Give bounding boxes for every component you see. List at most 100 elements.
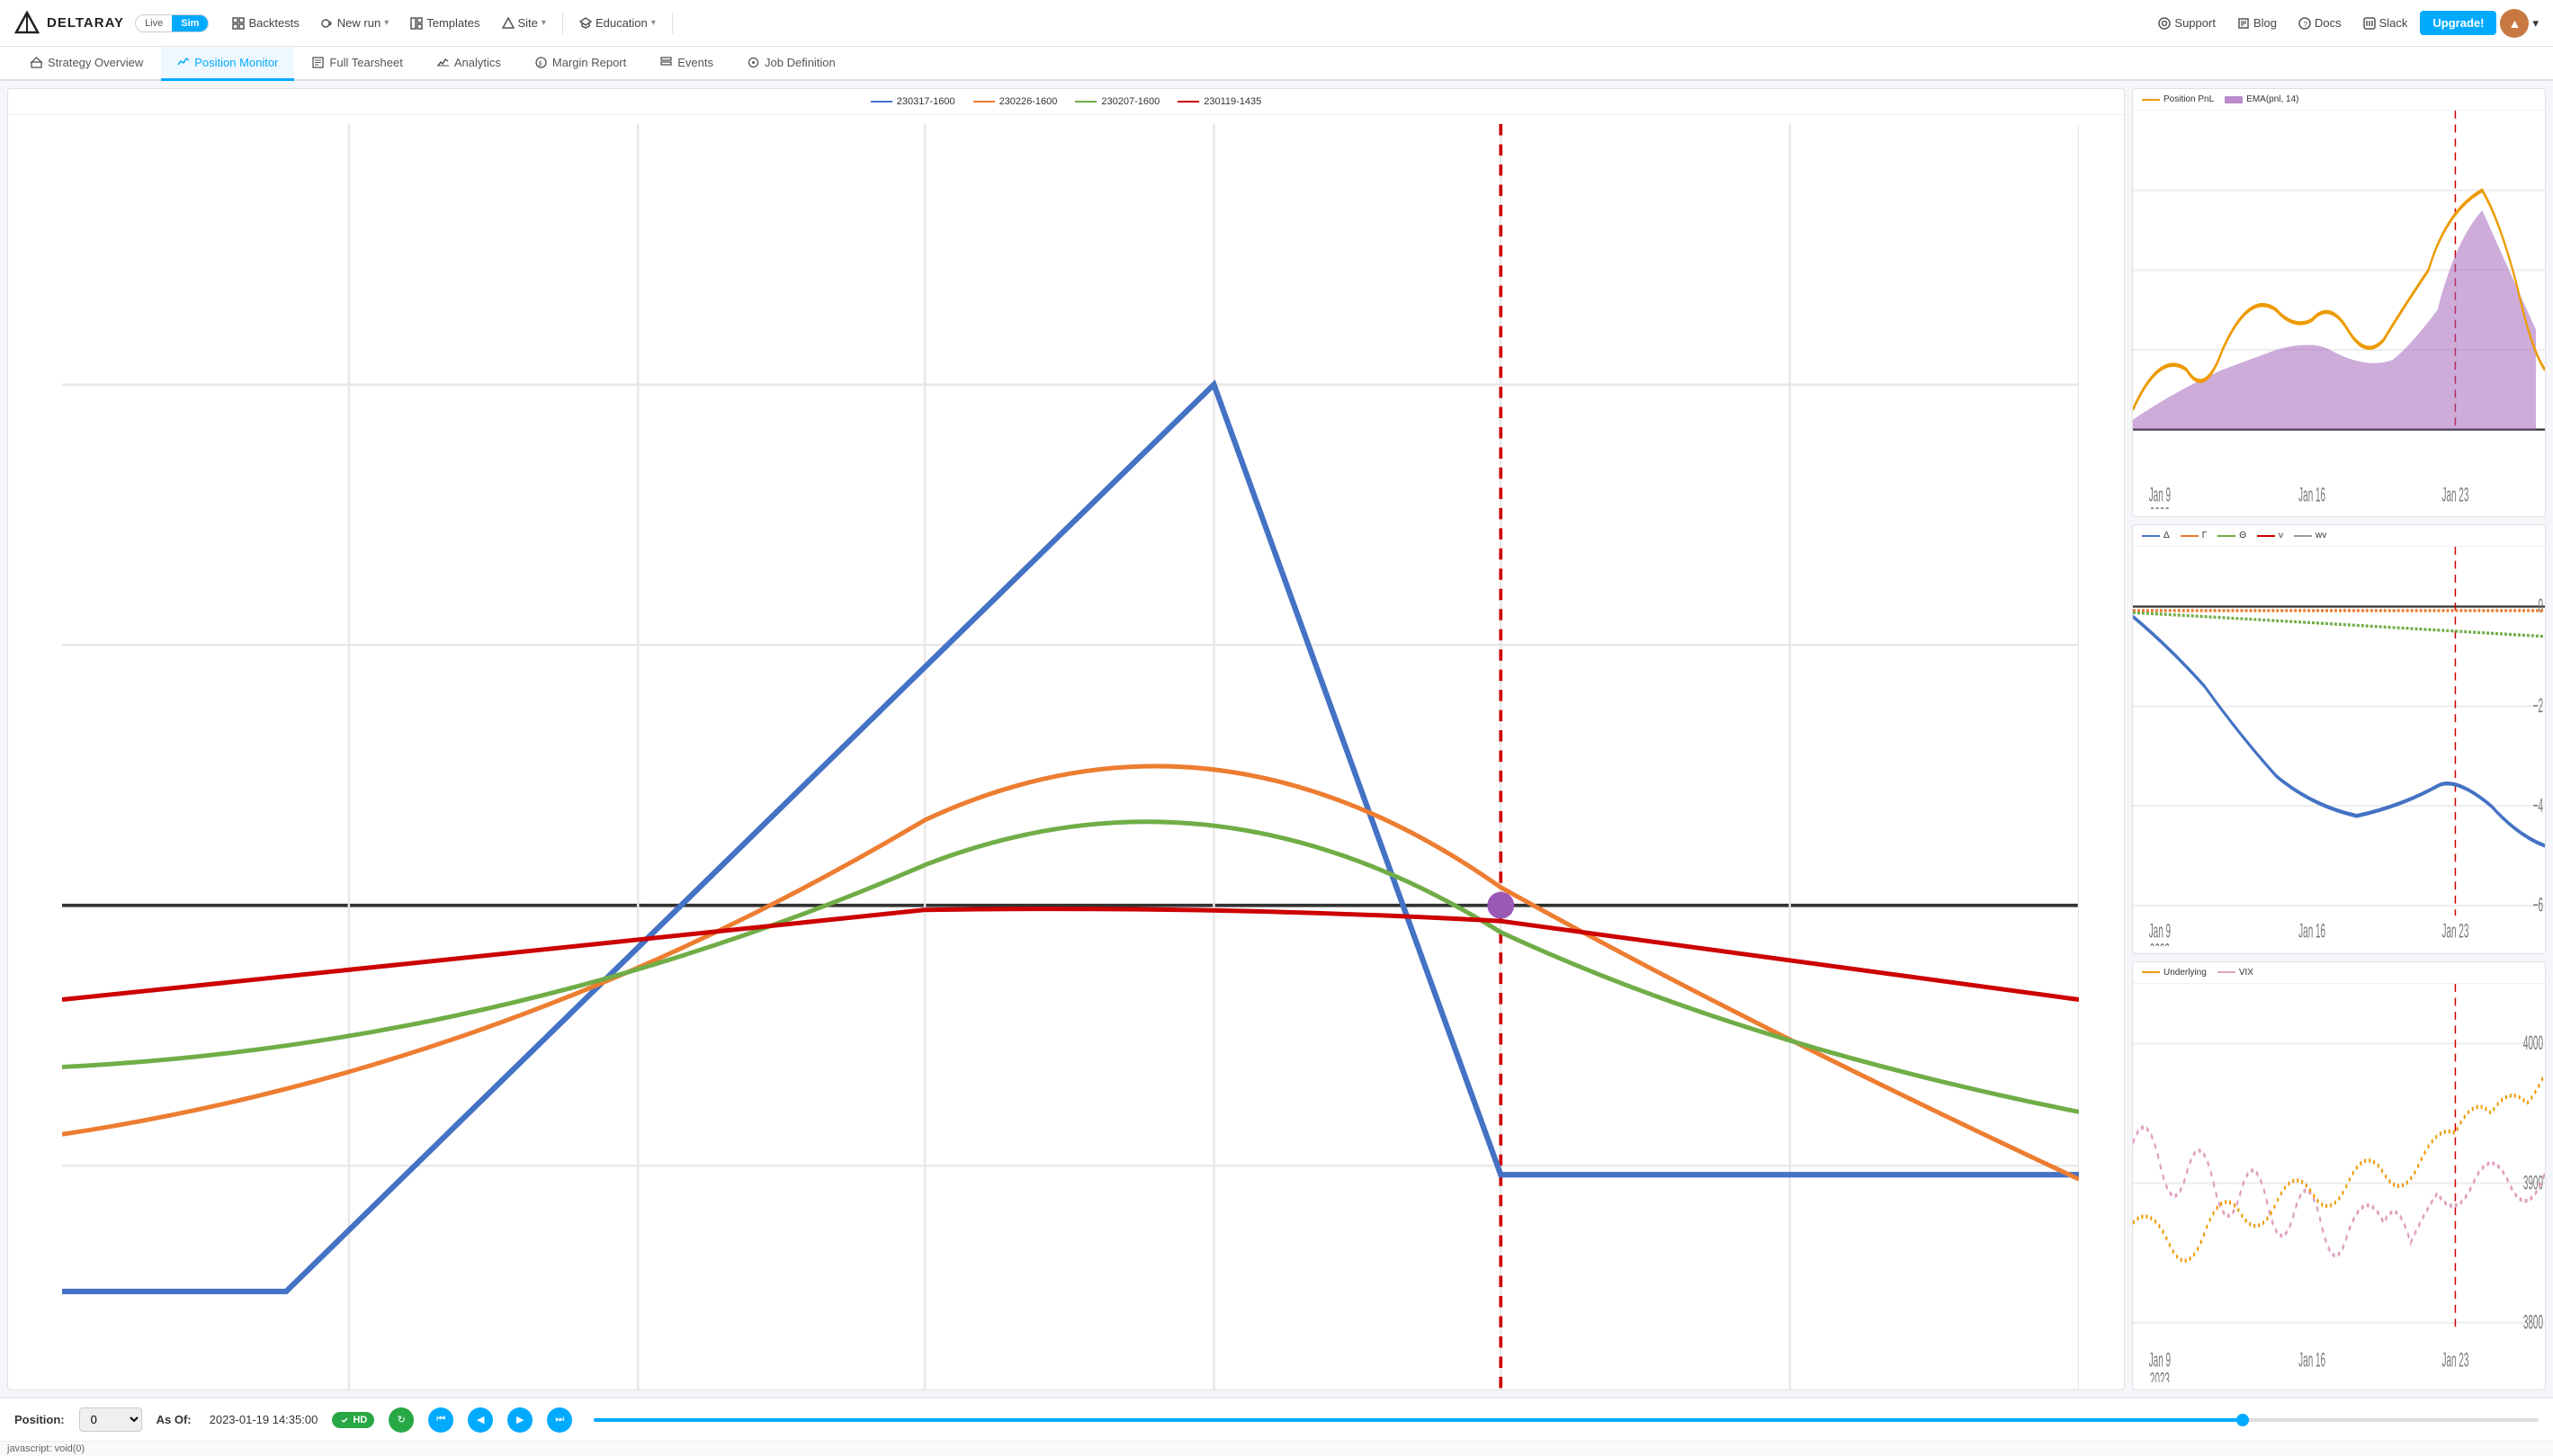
site-nav[interactable]: Site ▾ — [493, 11, 555, 35]
hd-label: HD — [353, 1415, 367, 1425]
theta-label: Θ — [2239, 531, 2246, 540]
tab-margin-report[interactable]: $ Margin Report — [519, 47, 642, 81]
underlying-chart-legend: Underlying VIX — [2133, 962, 2545, 984]
new-run-icon — [321, 17, 334, 30]
main-chart-legend: 230317-1600 230226-1600 230207-1600 2301… — [8, 89, 2124, 115]
upgrade-button[interactable]: Upgrade! — [2420, 11, 2496, 35]
ema-fill-indicator — [2225, 96, 2243, 103]
delta-indicator — [2142, 535, 2160, 537]
nav-divider-2 — [672, 13, 673, 34]
skip-back-button[interactable]: ⏮ — [428, 1407, 453, 1433]
tab-full-tearsheet[interactable]: Full Tearsheet — [296, 47, 418, 81]
wv-label: wv — [2316, 531, 2326, 540]
tab-full-tearsheet-label: Full Tearsheet — [329, 56, 402, 69]
live-sim-toggle[interactable]: Live Sim — [135, 14, 209, 32]
tearsheet-icon — [312, 57, 324, 68]
delta-label: Δ — [2163, 531, 2170, 540]
pnl-legend-ema: EMA(pnl, 14) — [2225, 94, 2298, 104]
site-label: Site — [518, 16, 538, 30]
svg-text:0: 0 — [2538, 594, 2543, 618]
tab-job-definition[interactable]: Job Definition — [731, 47, 852, 81]
skip-forward-button[interactable]: ⏭ — [547, 1407, 572, 1433]
svg-text:−2: −2 — [2533, 694, 2543, 718]
legend-label-1: 230226-1600 — [999, 96, 1058, 107]
greeks-chart-svg: 0 −2 −4 −6 Jan 9 2023 Jan 16 Jan 23 — [2133, 547, 2545, 945]
greeks-legend-theta: Θ — [2217, 531, 2246, 540]
job-icon — [748, 57, 759, 68]
new-run-nav[interactable]: New run ▾ — [312, 11, 398, 35]
navbar: DELTARAY Live Sim Backtests New run ▾ Te… — [0, 0, 2553, 47]
status-text: javascript: void(0) — [7, 1443, 85, 1454]
templates-nav[interactable]: Templates — [401, 11, 488, 35]
underlying-chart: Underlying VIX 4000 3900 3800 Jan 9 2023… — [2132, 961, 2546, 1390]
tab-analytics-label: Analytics — [454, 56, 501, 69]
sim-mode-button[interactable]: Sim — [172, 15, 208, 31]
tab-events-label: Events — [677, 56, 713, 69]
blog-nav[interactable]: Blog — [2228, 11, 2286, 35]
svg-text:?: ? — [2303, 21, 2307, 29]
svg-text:3800: 3800 — [2523, 1309, 2543, 1333]
education-label: Education — [596, 16, 648, 30]
slack-label: Slack — [2379, 16, 2408, 30]
legend-item-2: 230207-1600 — [1075, 96, 1160, 107]
analytics-icon — [437, 57, 449, 68]
live-mode-button[interactable]: Live — [136, 15, 172, 31]
legend-item-1: 230226-1600 — [973, 96, 1058, 107]
right-panel: Position PnL EMA(pnl, 14) 600 400 200 0 — [2132, 88, 2546, 1390]
backtests-label: Backtests — [248, 16, 299, 30]
vix-label: VIX — [2239, 968, 2253, 978]
slack-nav[interactable]: Slack — [2354, 11, 2417, 35]
position-select[interactable]: 0 — [79, 1407, 142, 1432]
underlying-label: Underlying — [2163, 968, 2207, 978]
templates-label: Templates — [426, 16, 479, 30]
svg-text:Jan 23: Jan 23 — [2441, 483, 2468, 506]
support-icon — [2158, 17, 2171, 30]
main-chart-svg: 15k 10k 5k 0 −5k 3500 3600 3700 3800 390… — [62, 124, 2079, 1390]
playback-slider[interactable] — [594, 1418, 2539, 1422]
support-nav[interactable]: Support — [2149, 11, 2225, 35]
avatar[interactable]: ▲ — [2500, 9, 2529, 38]
svg-text:2023: 2023 — [2150, 939, 2170, 945]
greeks-legend-vega: ν — [2257, 531, 2283, 540]
svg-text:Jan 16: Jan 16 — [2298, 483, 2325, 506]
pnl-chart: Position PnL EMA(pnl, 14) 600 400 200 0 — [2132, 88, 2546, 517]
greeks-legend-delta: Δ — [2142, 531, 2170, 540]
legend-label-2: 230207-1600 — [1101, 96, 1160, 107]
home-icon — [31, 57, 42, 68]
ema-label: EMA(pnl, 14) — [2246, 94, 2298, 104]
svg-text:2023: 2023 — [2150, 1368, 2170, 1382]
tabs-bar: Strategy Overview Position Monitor Full … — [0, 47, 2553, 81]
greeks-legend-wv: wv — [2294, 531, 2326, 540]
next-button[interactable]: ▶ — [507, 1407, 533, 1433]
pnl-line-indicator — [2142, 99, 2160, 101]
vega-indicator — [2257, 535, 2275, 537]
templates-icon — [410, 17, 423, 30]
logo-area: DELTARAY — [14, 11, 124, 36]
prev-button[interactable]: ◀ — [468, 1407, 493, 1433]
underlying-legend-vix: VIX — [2217, 968, 2253, 978]
tab-strategy-overview[interactable]: Strategy Overview — [14, 47, 159, 81]
greeks-chart: Δ Γ Θ ν wv — [2132, 524, 2546, 953]
tab-events[interactable]: Events — [644, 47, 730, 81]
education-nav[interactable]: Education ▾ — [570, 11, 665, 35]
svg-text:4000: 4000 — [2523, 1031, 2543, 1054]
gamma-indicator — [2181, 535, 2199, 537]
docs-icon: ? — [2298, 17, 2311, 30]
svg-text:Jan 16: Jan 16 — [2298, 1348, 2325, 1371]
docs-nav[interactable]: ? Docs — [2289, 11, 2351, 35]
vega-label: ν — [2279, 531, 2283, 540]
support-label: Support — [2174, 16, 2216, 30]
monitor-icon — [177, 57, 189, 68]
site-chevron: ▾ — [542, 18, 546, 28]
check-icon — [339, 1415, 350, 1425]
tab-margin-report-label: Margin Report — [552, 56, 626, 69]
nav-divider-1 — [562, 13, 563, 34]
loop-button[interactable]: ↻ — [389, 1407, 414, 1433]
tab-position-monitor[interactable]: Position Monitor — [161, 47, 294, 81]
tab-analytics[interactable]: Analytics — [421, 47, 517, 81]
backtests-nav[interactable]: Backtests — [223, 11, 308, 35]
new-run-chevron: ▾ — [384, 18, 389, 28]
blog-label: Blog — [2253, 16, 2277, 30]
underlying-indicator — [2142, 971, 2160, 973]
legend-line-1 — [973, 101, 995, 103]
